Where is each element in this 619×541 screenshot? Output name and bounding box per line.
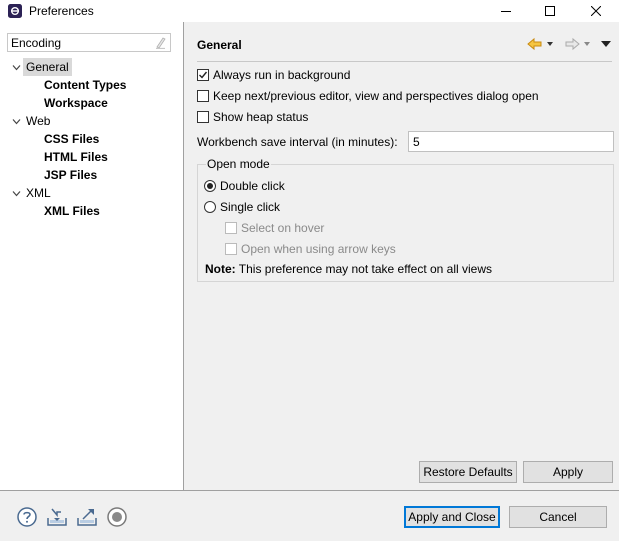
footer-toolbar — [16, 506, 128, 528]
always-run-background-label: Always run in background — [213, 68, 351, 82]
maximize-button[interactable] — [527, 0, 573, 22]
help-icon[interactable] — [16, 506, 38, 528]
maximize-icon — [545, 6, 555, 16]
tree-item-label: XML — [26, 186, 51, 200]
open-mode-note: Note: This preference may not take effec… — [205, 262, 492, 276]
keep-next-prev-option[interactable]: Keep next/previous editor, view and pers… — [197, 88, 539, 104]
single-click-label: Single click — [220, 200, 281, 214]
chevron-down-icon[interactable] — [12, 189, 21, 198]
note-label: Note: — [205, 262, 236, 276]
save-interval-label: Workbench save interval (in minutes): — [197, 135, 398, 149]
open-arrow-keys-label: Open when using arrow keys — [241, 242, 396, 256]
single-click-option[interactable]: Single click — [204, 199, 280, 215]
page-title: General — [197, 38, 242, 52]
tree-item-label: Web — [26, 114, 51, 128]
forward-arrow-icon[interactable] — [564, 37, 580, 51]
apply-and-close-button[interactable]: Apply and Close — [404, 506, 500, 528]
chevron-down-icon[interactable] — [12, 117, 21, 126]
note-text: This preference may not take effect on a… — [235, 262, 493, 276]
select-on-hover-option[interactable]: Select on hover — [225, 220, 324, 236]
preference-page: General Always run in background Keep ne… — [184, 22, 619, 490]
double-click-radio[interactable] — [204, 180, 216, 192]
view-menu-icon[interactable] — [601, 37, 611, 51]
always-run-background-option[interactable]: Always run in background — [197, 67, 350, 83]
always-run-background-checkbox[interactable] — [197, 69, 209, 81]
select-on-hover-checkbox[interactable] — [225, 222, 237, 234]
open-mode-title: Open mode — [206, 157, 271, 171]
double-click-label: Double click — [220, 179, 285, 193]
tree-item-label: General — [23, 58, 72, 76]
open-arrow-keys-option[interactable]: Open when using arrow keys — [225, 241, 396, 257]
single-click-radio[interactable] — [204, 201, 216, 213]
minimize-icon — [501, 11, 511, 12]
record-icon[interactable] — [106, 506, 128, 528]
keep-next-prev-checkbox[interactable] — [197, 90, 209, 102]
title-bar: Preferences — [0, 0, 619, 22]
import-icon[interactable] — [46, 506, 68, 528]
page-nav-toolbar — [527, 37, 611, 51]
tree-item-label: XML Files — [44, 204, 100, 218]
back-dropdown-icon[interactable] — [546, 37, 554, 51]
cancel-button[interactable]: Cancel — [509, 506, 607, 528]
footer-divider — [0, 490, 619, 491]
tree-item-label: CSS Files — [44, 132, 100, 146]
eclipse-app-icon — [8, 4, 22, 18]
tree-item-label: JSP Files — [44, 168, 98, 182]
tree-item-general[interactable]: General — [12, 58, 172, 76]
export-icon[interactable] — [76, 506, 98, 528]
filter-input[interactable] — [9, 34, 153, 51]
back-arrow-icon[interactable] — [527, 37, 543, 51]
restore-defaults-button[interactable]: Restore Defaults — [419, 461, 517, 483]
keep-next-prev-label: Keep next/previous editor, view and pers… — [213, 89, 539, 103]
close-icon — [591, 6, 601, 16]
tree-item-label: Workspace — [44, 96, 108, 110]
open-arrow-keys-checkbox[interactable] — [225, 243, 237, 255]
chevron-down-icon[interactable] — [12, 63, 21, 72]
filter-box — [7, 33, 171, 52]
open-mode-group: Open mode Double click Single click Sele… — [197, 157, 614, 282]
minimize-button[interactable] — [483, 0, 529, 22]
checkmark-icon — [199, 71, 208, 79]
show-heap-checkbox[interactable] — [197, 111, 209, 123]
save-interval-input[interactable] — [408, 131, 614, 152]
window-title: Preferences — [29, 4, 94, 18]
select-on-hover-label: Select on hover — [241, 221, 325, 235]
preference-tree-panel: General Content Types Workspace Web CSS … — [0, 22, 183, 490]
close-button[interactable] — [573, 0, 619, 22]
tree-item-label: Content Types — [44, 78, 127, 92]
double-click-option[interactable]: Double click — [204, 178, 285, 194]
title-separator — [197, 61, 612, 62]
clear-filter-icon[interactable] — [154, 36, 167, 49]
tree-item-label: HTML Files — [44, 150, 108, 164]
show-heap-label: Show heap status — [213, 110, 309, 124]
apply-button[interactable]: Apply — [523, 461, 613, 483]
show-heap-option[interactable]: Show heap status — [197, 109, 308, 125]
forward-dropdown-icon[interactable] — [583, 37, 591, 51]
